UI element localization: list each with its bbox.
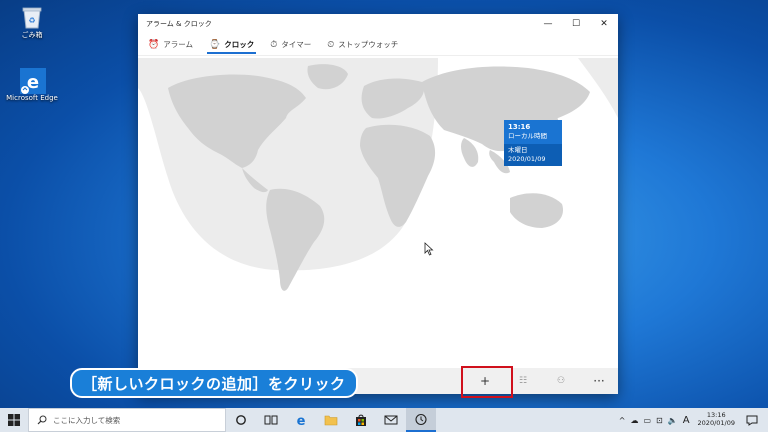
edge-label: Microsoft Edge [6,94,58,102]
taskbar-mail[interactable] [376,408,406,432]
ime-indicator[interactable]: A [683,415,690,426]
title-bar[interactable]: アラーム & クロック — ☐ ✕ [138,14,618,34]
tab-stopwatch[interactable]: ⏲ ストップウォッチ [325,34,400,55]
action-center-button[interactable] [740,408,764,432]
taskbar: ここに入力して検索 e ^ ☁ ▭ ⊡ 🔈 A 13:16 2020/01/09 [0,408,768,432]
tab-alarm[interactable]: ⏰ アラーム [146,34,195,55]
mouse-cursor-icon [424,242,434,256]
maximize-button[interactable]: ☐ [562,14,590,34]
tab-stopwatch-label: ストップウォッチ [338,40,399,49]
tab-bar: ⏰ アラーム ⌚ クロック ⏱ タイマー ⏲ ストップウォッチ [138,34,618,56]
battery-icon[interactable]: ▭ [643,416,651,425]
system-tray: ^ ☁ ▭ ⊡ 🔈 A 13:16 2020/01/09 [619,408,768,432]
add-button-highlight [461,366,513,398]
task-view-icon [264,415,278,425]
timer-icon: ⏱ [270,39,278,50]
search-icon [37,415,47,425]
taskbar-alarms-clock[interactable] [406,408,436,432]
notification-icon [746,415,758,426]
network-icon[interactable]: ⊡ [656,416,663,425]
cortana-icon [236,415,246,425]
world-map: 13:16 ローカル時間 木曜日 2020/01/09 [138,58,618,368]
folder-icon [324,415,338,426]
compare-icon: ⚇ [556,376,566,386]
alarms-clock-window: アラーム & クロック — ☐ ✕ ⏰ アラーム ⌚ クロック ⏱ タイマー ⏲… [138,14,618,394]
store-bag-icon [356,414,366,426]
recycle-bin-icon: ♻ [20,4,44,29]
task-view-button[interactable] [256,408,286,432]
start-button[interactable] [0,408,28,432]
land-south-america [266,188,325,291]
instruction-caption: ［新しいクロックの追加］をクリック [70,368,358,398]
clock-icon: ⌚ [209,39,221,50]
onedrive-icon[interactable]: ☁ [630,416,638,425]
list-select-icon: ☷ [518,376,528,386]
taskbar-clock[interactable]: 13:16 2020/01/09 [697,411,735,428]
edge-icon: e [297,414,306,427]
tab-alarm-label: アラーム [163,40,193,49]
tooltip-zone: ローカル時間 [508,132,547,141]
edge-icon: e [20,68,46,94]
land-australia [510,193,564,228]
recycle-bin-label: ごみ箱 [21,31,43,39]
svg-text:e: e [297,414,306,427]
chevron-up-icon[interactable]: ^ [619,416,626,425]
ellipsis-icon: ··· [593,374,605,388]
compare-clocks-button[interactable]: ⚇ [542,368,580,394]
minimize-button[interactable]: — [534,14,562,34]
taskbar-date: 2020/01/09 [697,419,735,427]
tab-timer[interactable]: ⏱ タイマー [268,34,313,55]
tab-clock-label: クロック [224,40,255,49]
tooltip-weekday: 木曜日 [508,146,528,155]
cortana-button[interactable] [226,408,256,432]
desktop-icon-edge[interactable]: e Microsoft Edge [4,68,60,102]
window-title: アラーム & クロック [146,20,212,28]
tab-timer-label: タイマー [281,40,312,49]
alarm-clock-icon [415,413,427,426]
taskbar-edge[interactable]: e [286,408,316,432]
tab-clock[interactable]: ⌚ クロック [207,34,257,55]
search-placeholder: ここに入力して検索 [53,415,121,425]
more-options-button[interactable]: ··· [580,368,618,394]
local-time-tooltip[interactable]: 13:16 ローカル時間 木曜日 2020/01/09 [504,120,562,166]
tooltip-time: 13:16 [508,123,531,131]
windows-logo-icon [8,414,20,426]
alarm-icon: ⏰ [148,39,160,50]
tooltip-date: 2020/01/09 [508,154,546,163]
world-map-graphic [138,58,618,291]
taskbar-search-box[interactable]: ここに入力して検索 [28,408,226,432]
mail-icon [384,415,398,425]
taskbar-file-explorer[interactable] [316,408,346,432]
desktop-icon-recycle-bin[interactable]: ♻ ごみ箱 [4,4,60,40]
land-india [461,138,479,167]
svg-text:♻: ♻ [28,16,35,25]
stopwatch-icon: ⏲ [327,39,335,50]
volume-icon[interactable]: 🔈 [668,416,678,425]
taskbar-store[interactable] [346,408,376,432]
close-button[interactable]: ✕ [590,14,618,34]
